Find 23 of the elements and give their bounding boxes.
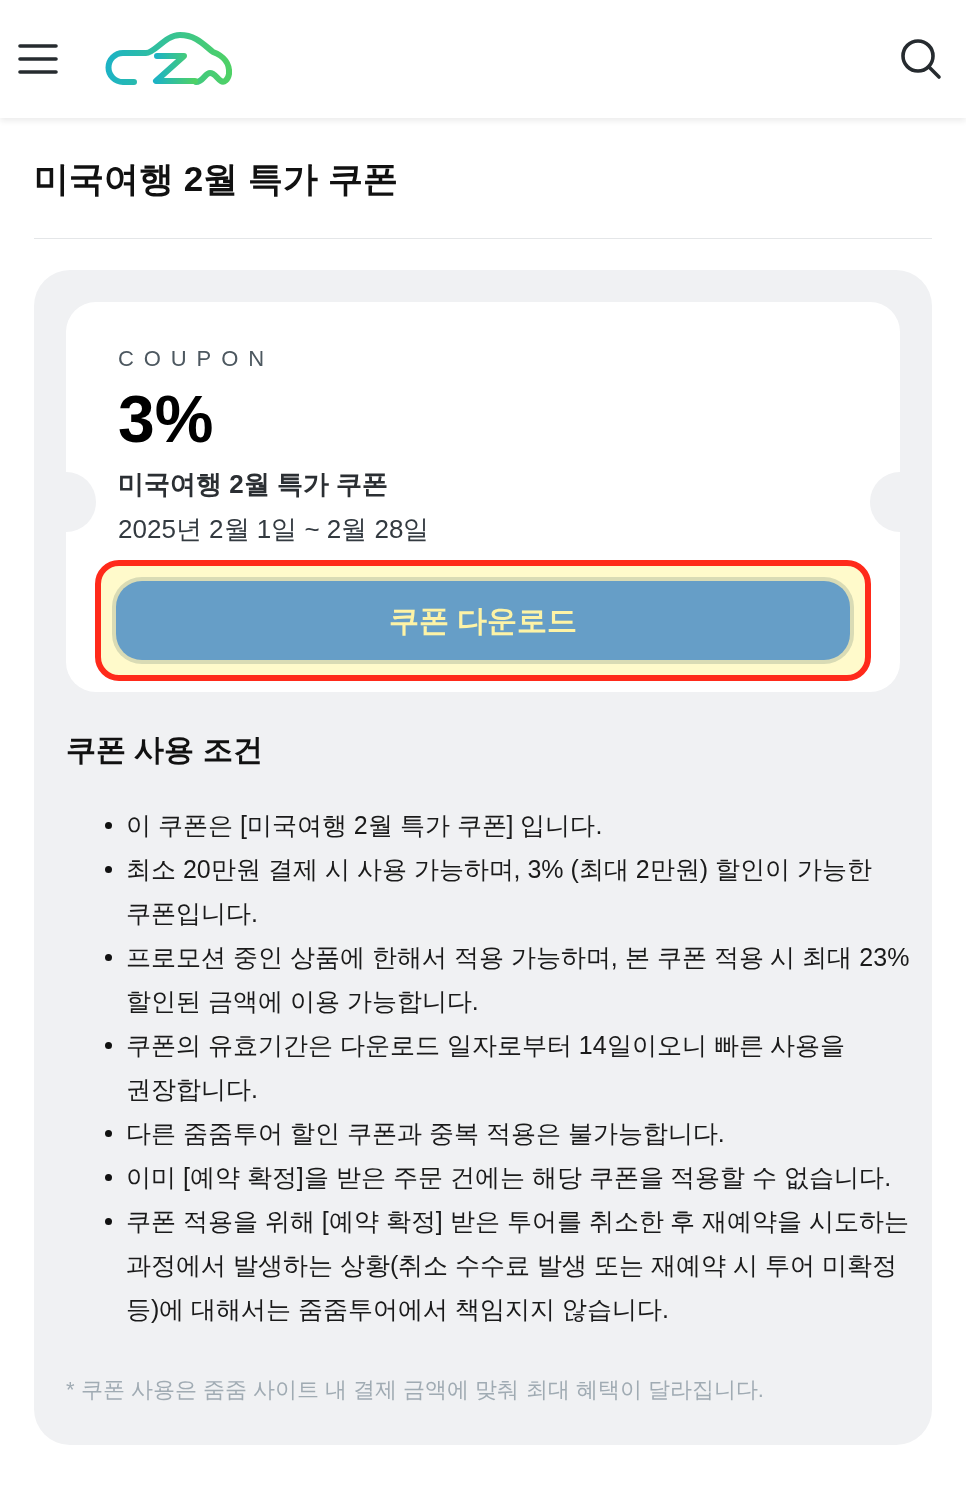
condition-text: 이미 [예약 확정]을 받은 주문 건에는 해당 쿠폰을 적용할 수 없습니다. bbox=[126, 1162, 892, 1193]
condition-text: 쿠폰의 유효기간은 다운로드 일자로부터 14일이오니 빠른 사용을 권장합니다. bbox=[126, 1030, 847, 1105]
coupon-period: 2025년 2월 1일 ~ 2월 28일 bbox=[118, 513, 431, 546]
condition-text: 이 쿠폰은 [미국여행 2월 특가 쿠폰] 입니다. bbox=[126, 810, 603, 841]
bullet-icon bbox=[105, 866, 112, 873]
discount-rate: 3% bbox=[118, 386, 215, 452]
conditions-heading: 쿠폰 사용 조건 bbox=[66, 732, 264, 768]
page-title: 미국여행 2월 특가 쿠폰 bbox=[34, 158, 399, 200]
bullet-icon bbox=[105, 1218, 112, 1225]
condition-text: 최소 20만원 결제 시 사용 가능하며, 3% (최대 2만원) 할인이 가능한 쿠폰입니다. bbox=[126, 854, 873, 929]
bullet-icon bbox=[105, 954, 112, 961]
coupon-label: COUPON bbox=[118, 345, 275, 373]
condition-text: 프로모션 중인 상품에 한해서 적용 가능하며, 본 쿠폰 적용 시 최대 23% 할인된 금액에 이용 가능합니다. bbox=[126, 942, 911, 1017]
bullet-icon bbox=[105, 1174, 112, 1181]
bullet-icon bbox=[105, 822, 112, 829]
condition-text: 다른 줌줌투어 할인 쿠폰과 중복 적용은 불가능합니다. bbox=[126, 1118, 725, 1149]
bullet-icon bbox=[105, 1042, 112, 1049]
condition-text: 쿠폰 적용을 위해 [예약 확정] 받은 투어를 취소한 후 재예약을 시도하는 과정에서 발생하는 상황(취소 수수료 발생 또는 재예약 시 투어 미확정 등)에 대해서는 줌줌투어에서 책임지지 않습니다. bbox=[126, 1206, 911, 1325]
bullet-icon bbox=[105, 1130, 112, 1137]
footnote: * 쿠폰 사용은 줌줌 사이트 내 결제 금액에 맞춰 최대 혜택이 달라집니다. bbox=[66, 1376, 765, 1404]
coupon-name: 미국여행 2월 특가 쿠폰 bbox=[118, 468, 390, 501]
search-icon[interactable] bbox=[900, 38, 942, 80]
menu-icon[interactable] bbox=[18, 44, 58, 74]
